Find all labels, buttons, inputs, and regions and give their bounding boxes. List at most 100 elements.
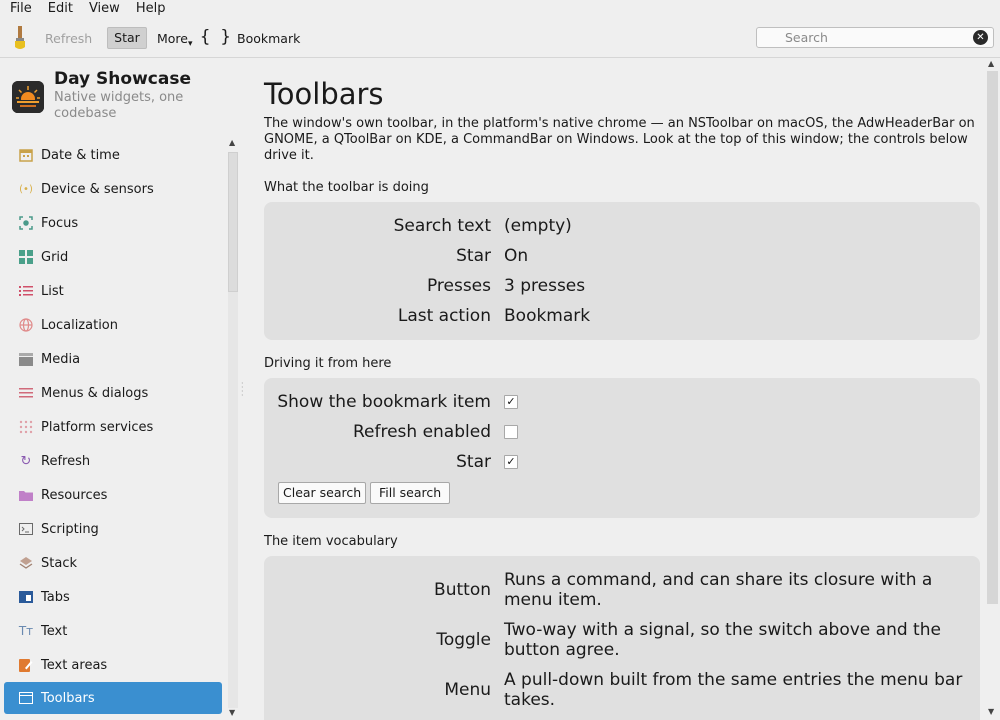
sidebar-item-label: Platform services (41, 419, 154, 435)
sidebar-item-label: Date & time (41, 147, 120, 163)
edit-pencil-icon (18, 657, 34, 673)
sidebar-item-grid[interactable]: Grid (4, 240, 222, 274)
paintbrush-icon[interactable] (10, 25, 30, 51)
stack-layers-icon (18, 555, 34, 571)
main-scrollbar[interactable]: ▲ ▼ (986, 59, 999, 720)
sidebar-item-label: Focus (41, 215, 79, 231)
sidebar-item-refresh[interactable]: ↻ Refresh (4, 444, 222, 478)
sidebar-item-platform-services[interactable]: Platform services (4, 410, 222, 444)
scroll-down-icon[interactable]: ▼ (988, 707, 994, 716)
vocab-desc: Runs a command, and can share its closur… (504, 570, 933, 610)
star-label: Star (456, 452, 491, 472)
sidebar-item-label: Localization (41, 317, 118, 333)
focus-target-icon (18, 215, 34, 231)
vocab-card: Button Runs a command, and can share its… (264, 556, 980, 720)
sidebar-item-label: Toolbars (41, 690, 95, 706)
vocab-section-label: The item vocabulary (264, 534, 398, 549)
sidebar-item-label: Device & sensors (41, 181, 154, 197)
app-logo-icon (12, 81, 44, 113)
terminal-icon (18, 521, 34, 537)
star-checkbox[interactable]: ✓ (504, 455, 518, 469)
sidebar-nav: Date & time (•) Device & sensors Focus G… (4, 138, 222, 714)
calendar-icon (18, 147, 34, 163)
status-card: Search text (empty) Star On Presses 3 pr… (264, 202, 980, 340)
sidebar-item-label: Scripting (41, 521, 99, 537)
sensor-waves-icon: (•) (19, 183, 33, 195)
more-menu-button[interactable]: More▾ (157, 31, 193, 49)
toolbar: Refresh Star More▾ { } Bookmark ✕ (0, 18, 1000, 58)
vocab-term: Toggle (436, 630, 491, 650)
sidebar-item-date-time[interactable]: Date & time (4, 138, 222, 172)
bookmark-item-checkbox[interactable]: ✓ (504, 395, 518, 409)
intro-text: The window's own toolbar, in the platfor… (264, 116, 975, 163)
sidebar-item-localization[interactable]: Localization (4, 308, 222, 342)
text-tt-icon: Tт (18, 624, 34, 638)
status-key: Star (456, 246, 491, 266)
scroll-thumb[interactable] (228, 152, 238, 292)
sidebar-item-label: Menus & dialogs (41, 385, 149, 401)
grid-icon (18, 249, 34, 265)
pane-splitter-handle[interactable]: · · · · (241, 380, 244, 400)
sidebar-item-text[interactable]: Tт Text (4, 614, 222, 648)
sidebar: Day Showcase Native widgets, one codebas… (0, 59, 240, 720)
sidebar-item-media[interactable]: Media (4, 342, 222, 376)
vocab-term: Button (434, 580, 491, 600)
menu-edit[interactable]: Edit (38, 0, 79, 18)
sidebar-item-focus[interactable]: Focus (4, 206, 222, 240)
fill-search-button[interactable]: Fill search (370, 482, 451, 504)
tabs-icon (18, 589, 34, 605)
refresh-button[interactable]: Refresh (45, 31, 92, 46)
sidebar-item-label: Media (41, 351, 81, 367)
scroll-up-icon[interactable]: ▲ (229, 138, 235, 147)
list-icon (18, 283, 34, 299)
menubar: File Edit View Help (0, 0, 1000, 18)
star-toggle-button[interactable]: Star (107, 27, 147, 49)
scroll-down-icon[interactable]: ▼ (229, 708, 235, 717)
page-title: Toolbars (264, 77, 384, 111)
app-subtitle: Native widgets, one codebase (54, 90, 184, 121)
refresh-icon: ↻ (20, 453, 32, 469)
globe-icon (18, 317, 34, 333)
folder-icon (18, 487, 34, 503)
clear-icon[interactable]: ✕ (973, 30, 988, 45)
menu-file[interactable]: File (0, 0, 38, 18)
sidebar-item-tabs[interactable]: Tabs (4, 580, 222, 614)
braces-icon[interactable]: { } (200, 27, 231, 47)
dots-grid-icon (18, 419, 34, 435)
sidebar-item-label: Refresh (41, 453, 91, 469)
sidebar-item-text-areas[interactable]: Text areas (4, 648, 222, 682)
sidebar-item-label: Stack (41, 555, 77, 571)
search-input[interactable] (785, 28, 975, 47)
sidebar-item-label: List (41, 283, 64, 299)
sidebar-item-device-sensors[interactable]: (•) Device & sensors (4, 172, 222, 206)
drive-section-label: Driving it from here (264, 356, 392, 371)
main-content: Toolbars The window's own toolbar, in th… (248, 59, 985, 720)
sidebar-item-label: Text (41, 623, 68, 639)
status-value: Bookmark (504, 306, 591, 326)
vocab-desc: Two-way with a signal, so the switch abo… (504, 620, 941, 660)
sidebar-item-menus-dialogs[interactable]: Menus & dialogs (4, 376, 222, 410)
refresh-enabled-label: Refresh enabled (352, 422, 491, 442)
status-value: (empty) (504, 216, 572, 236)
bookmark-button[interactable]: Bookmark (237, 31, 300, 46)
menu-help[interactable]: Help (126, 0, 172, 18)
sidebar-item-label: Grid (41, 249, 69, 265)
scroll-thumb[interactable] (987, 71, 998, 604)
clapperboard-icon (18, 351, 34, 367)
menu-view[interactable]: View (79, 0, 126, 18)
sidebar-item-stack[interactable]: Stack (4, 546, 222, 580)
sidebar-item-label: Text areas (41, 657, 108, 673)
refresh-enabled-checkbox[interactable] (504, 425, 518, 439)
status-value: 3 presses (504, 276, 586, 296)
status-key: Last action (397, 306, 491, 326)
sidebar-scrollbar[interactable]: ▲ ▼ (227, 138, 239, 720)
controls-card: Show the bookmark item ✓ Refresh enabled… (264, 378, 980, 518)
status-key: Search text (393, 216, 491, 236)
sidebar-item-scripting[interactable]: Scripting (4, 512, 222, 546)
scroll-up-icon[interactable]: ▲ (988, 59, 994, 68)
sidebar-item-toolbars[interactable]: Toolbars (4, 682, 222, 714)
clear-search-button[interactable]: Clear search (278, 482, 367, 504)
sidebar-item-list[interactable]: List (4, 274, 222, 308)
more-label: More (157, 31, 188, 46)
sidebar-item-resources[interactable]: Resources (4, 478, 222, 512)
